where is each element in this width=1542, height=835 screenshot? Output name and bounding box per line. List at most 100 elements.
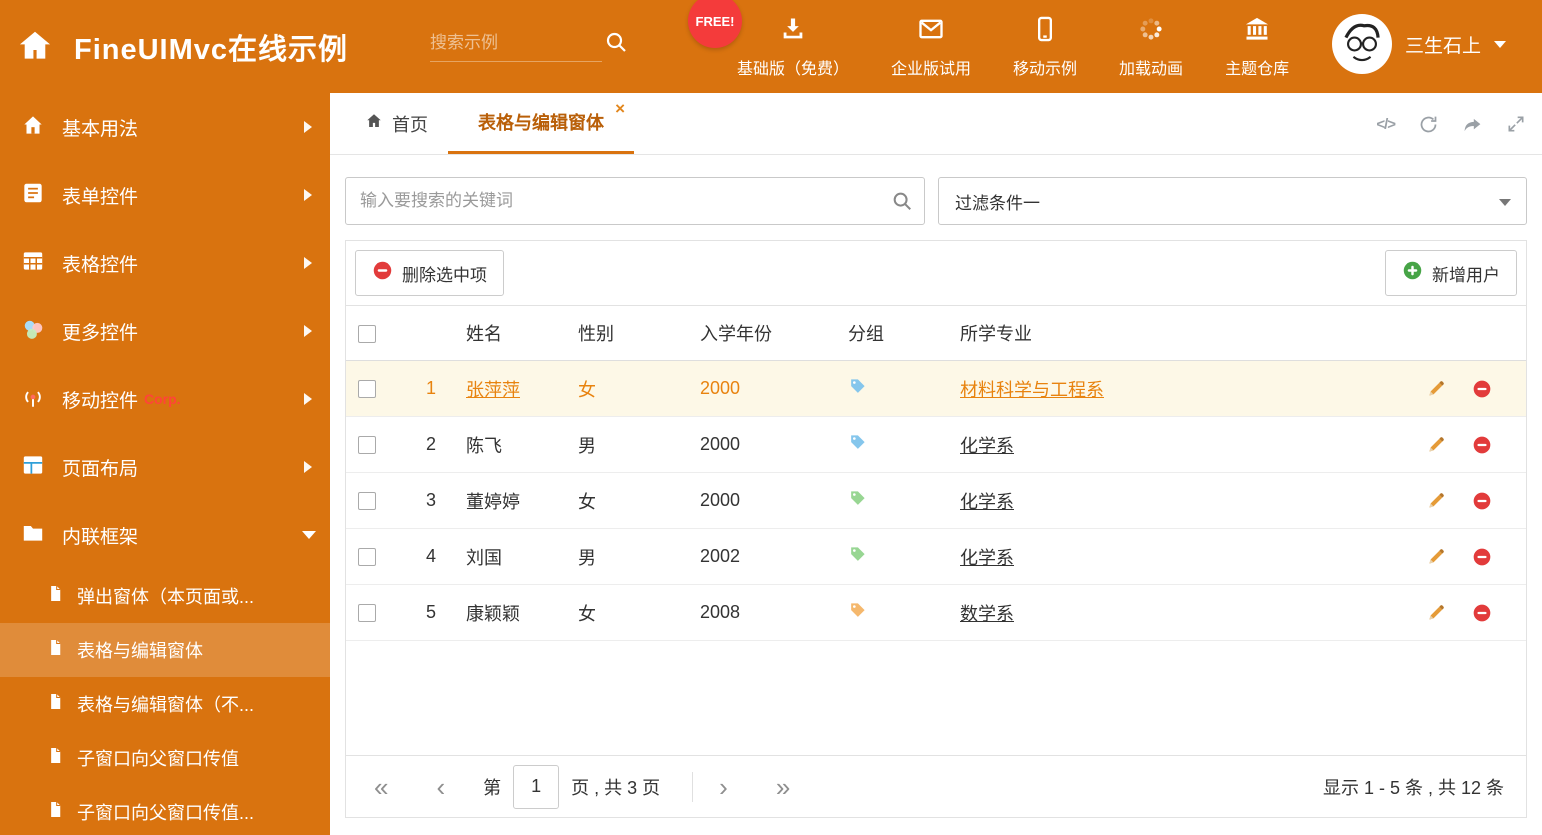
sidebar-item-label: 内联框架 (62, 526, 139, 548)
minus-circle-icon (372, 260, 393, 286)
sidebar-subitem-label: 子窗口向父窗口传值 (77, 749, 239, 769)
sidebar-item-inline-frame[interactable]: 内联框架 (0, 501, 330, 569)
page-number-input[interactable] (513, 764, 560, 809)
major-link[interactable]: 化学系 (960, 492, 1014, 512)
name-link[interactable]: 董婷婷 (466, 492, 520, 512)
last-page-button[interactable]: » (770, 774, 796, 800)
nav-item-label: 移动示例 (1013, 60, 1078, 78)
chevron-right-icon (304, 461, 312, 473)
edit-pencil-icon[interactable] (1426, 379, 1446, 399)
year-cell: 2002 (688, 528, 836, 585)
sidebar-item-mobile-controls[interactable]: 移动控件 Corp. (0, 365, 330, 433)
file-icon (46, 584, 65, 608)
edit-pencil-icon[interactable] (1426, 435, 1446, 455)
edit-pencil-icon[interactable] (1426, 547, 1446, 567)
tag-icon (848, 601, 867, 620)
nav-item-enterprise-trial[interactable]: 企业版试用 (870, 0, 992, 93)
table-row[interactable]: 3 董婷婷 女 2000 化学系 (346, 472, 1526, 529)
sidebar-item-form-controls[interactable]: 表单控件 (0, 161, 330, 229)
column-header-major: 所学专业 (948, 305, 1414, 361)
source-code-icon[interactable]: </> (1376, 116, 1396, 133)
add-user-button[interactable]: 新增用户 (1385, 250, 1517, 296)
name-link[interactable]: 张萍萍 (466, 380, 520, 400)
share-icon[interactable] (1462, 114, 1483, 135)
year-cell: 2008 (688, 584, 836, 641)
delete-row-icon[interactable] (1472, 603, 1492, 623)
table-row[interactable]: 1 张萍萍 女 2000 材料科学与工程系 (346, 360, 1526, 417)
table-icon (20, 248, 46, 279)
delete-row-icon[interactable] (1472, 379, 1492, 399)
chevron-down-icon (1494, 40, 1507, 48)
year-cell: 2000 (688, 472, 836, 529)
expand-icon[interactable] (1506, 114, 1526, 134)
home-icon (20, 112, 46, 143)
tab-actions: </> (1376, 93, 1526, 155)
sidebar-subitem-label: 表格与编辑窗体（不... (77, 695, 255, 715)
major-link[interactable]: 化学系 (960, 548, 1014, 568)
record-count-summary: 显示 1 - 5 条 , 共 12 条 (1322, 777, 1504, 798)
sidebar-item-more-controls[interactable]: 更多控件 (0, 297, 330, 365)
nav-item-label: 主题仓库 (1225, 60, 1290, 78)
header-search-input[interactable] (430, 26, 602, 60)
tag-icon (848, 377, 867, 396)
prev-page-button[interactable]: ‹ (430, 774, 451, 800)
major-link[interactable]: 化学系 (960, 436, 1014, 456)
row-checkbox[interactable] (358, 380, 376, 399)
sidebar-subitem-grid-edit-window-2[interactable]: 表格与编辑窗体（不... (0, 677, 330, 731)
delete-selected-button[interactable]: 删除选中项 (355, 250, 504, 296)
tab-grid-edit-window[interactable]: 表格与编辑窗体 × (448, 93, 634, 154)
major-link[interactable]: 材料科学与工程系 (960, 380, 1104, 400)
select-all-checkbox[interactable] (358, 324, 376, 343)
row-checkbox[interactable] (358, 548, 376, 567)
delete-row-icon[interactable] (1472, 547, 1492, 567)
name-link[interactable]: 刘国 (466, 548, 502, 568)
nav-item-theme-store[interactable]: 主题仓库 (1204, 0, 1310, 93)
sidebar-item-label: 表单控件 (62, 186, 139, 208)
name-link[interactable]: 陈飞 (466, 436, 502, 456)
sidebar-item-basic-usage[interactable]: 基本用法 (0, 93, 330, 161)
delete-row-icon[interactable] (1472, 491, 1492, 511)
keyword-search (345, 177, 925, 225)
delete-row-icon[interactable] (1472, 435, 1492, 455)
edit-pencil-icon[interactable] (1426, 603, 1446, 623)
add-user-label: 新增用户 (1432, 265, 1500, 285)
sidebar-subitem-child-to-parent-2[interactable]: 子窗口向父窗口传值... (0, 785, 330, 835)
sidebar-subitem-grid-edit-window[interactable]: 表格与编辑窗体 (0, 623, 330, 677)
search-icon[interactable] (891, 190, 913, 217)
major-link[interactable]: 数学系 (960, 604, 1014, 624)
app-title: FineUIMvc在线示例 (74, 34, 349, 66)
name-link[interactable]: 康颖颖 (466, 604, 520, 624)
table-row[interactable]: 4 刘国 男 2002 化学系 (346, 528, 1526, 585)
data-grid: 姓名 性别 入学年份 分组 所学专业 1 张萍萍 女 2000 材料科学与工程系 (346, 305, 1526, 641)
filter-dropdown[interactable]: 过滤条件一 (938, 177, 1527, 225)
nav-item-mobile-demo[interactable]: 移动示例 (992, 0, 1098, 93)
sidebar-subitem-popup-window[interactable]: 弹出窗体（本页面或... (0, 569, 330, 623)
home-logo-icon[interactable] (16, 27, 54, 70)
row-checkbox[interactable] (358, 492, 376, 511)
sidebar-item-page-layout[interactable]: 页面布局 (0, 433, 330, 501)
nav-item-loading-animation[interactable]: 加载动画 (1098, 0, 1204, 93)
table-row[interactable]: 2 陈飞 男 2000 化学系 (346, 416, 1526, 473)
table-row[interactable]: 5 康颖颖 女 2008 数学系 (346, 584, 1526, 641)
sidebar-subitem-child-to-parent[interactable]: 子窗口向父窗口传值 (0, 731, 330, 785)
chevron-right-icon (304, 189, 312, 201)
nav-item-label: 加载动画 (1119, 60, 1184, 78)
tab-home[interactable]: 首页 (345, 93, 448, 154)
shapes-icon (20, 316, 46, 347)
keyword-search-input[interactable] (345, 177, 925, 225)
column-header-year: 入学年份 (688, 305, 836, 361)
search-icon[interactable] (604, 30, 628, 59)
row-checkbox[interactable] (358, 604, 376, 623)
edit-pencil-icon[interactable] (1426, 491, 1446, 511)
next-page-button[interactable]: › (713, 774, 734, 800)
delete-selected-label: 删除选中项 (402, 265, 487, 285)
row-checkbox[interactable] (358, 436, 376, 455)
first-page-button[interactable]: « (368, 774, 394, 800)
user-menu[interactable]: 三生石上 (1332, 14, 1507, 74)
refresh-icon[interactable] (1418, 114, 1439, 135)
close-icon[interactable]: × (615, 100, 625, 117)
bank-icon (1243, 15, 1271, 48)
page-label-after: 页 , 共 3 页 (571, 777, 661, 798)
gender-cell: 女 (566, 472, 688, 529)
sidebar-item-grid-controls[interactable]: 表格控件 (0, 229, 330, 297)
